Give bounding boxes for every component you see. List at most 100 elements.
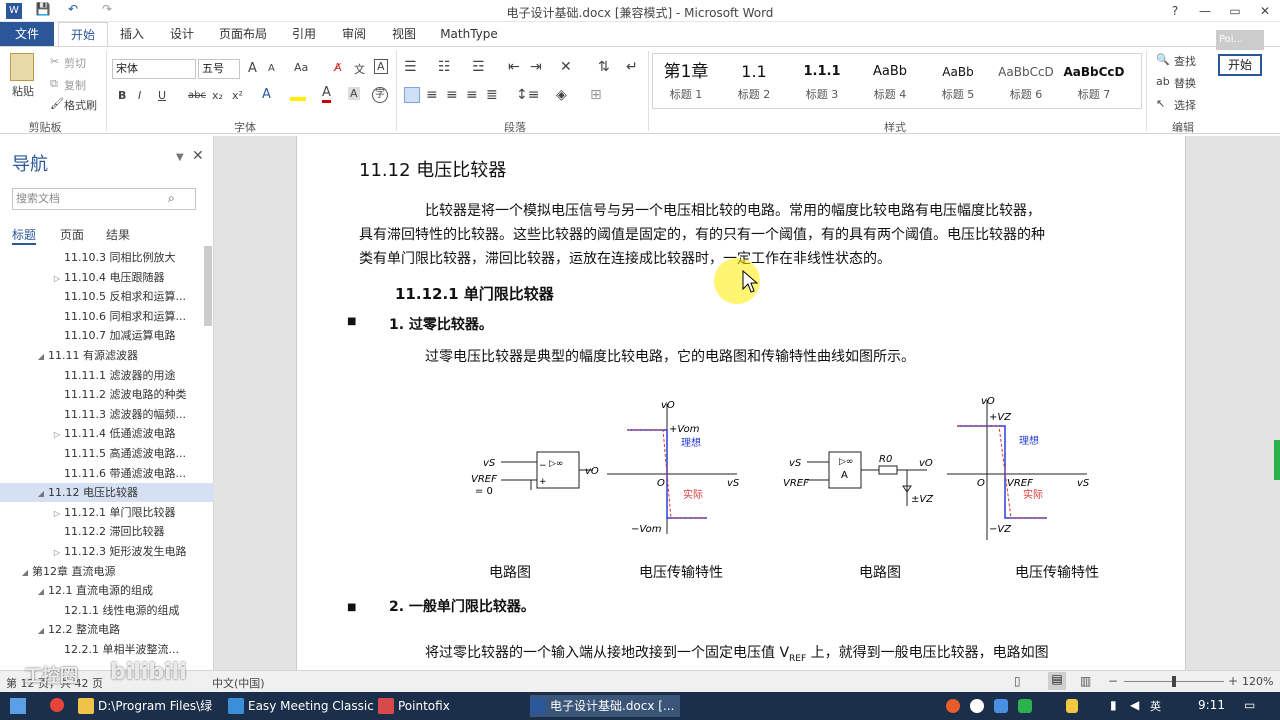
nav-tree-item[interactable]: 11.10.7 加减运算电路 [0,326,214,345]
decrease-indent-icon[interactable]: ⇤ [508,59,520,75]
style-item[interactable]: 1.1.1 标题 3 [789,58,855,108]
find-button[interactable]: 查找 [1174,53,1196,69]
tab-references[interactable]: 引用 [284,22,324,46]
start-icon[interactable] [10,698,26,714]
align-left-icon[interactable] [404,87,420,103]
highlight-icon[interactable] [290,87,306,101]
paste-button[interactable]: 粘贴 [12,83,34,99]
shield-icon[interactable] [1066,699,1078,713]
align-right-icon[interactable]: ≡ [446,87,458,103]
restore-button[interactable]: ▭ [1220,0,1250,22]
expand-toggle-icon[interactable]: ▷ [50,269,64,288]
style-item[interactable]: AaBb 标题 5 [925,58,991,108]
taskbar-item-word[interactable]: 电子设计基础.docx [... [530,695,680,717]
nav-tab-headings[interactable]: 标题 [12,226,37,245]
tray-icon[interactable] [1018,699,1032,713]
style-item[interactable]: 1.1 标题 2 [721,58,787,108]
clock[interactable]: 9:11 [1198,698,1225,712]
nav-tree-item[interactable]: 11.11.6 带通滤波电路... [0,464,214,483]
nav-tree-item[interactable]: 11.10.5 反相求和运算... [0,287,214,306]
style-item[interactable]: AaBb 标题 4 [857,58,923,108]
select-button[interactable]: 选择 [1174,97,1196,113]
tab-layout[interactable]: 页面布局 [212,22,274,46]
nav-tree-item[interactable]: 11.11.2 滤波电路的种类 [0,385,214,404]
underline-button[interactable]: U [158,89,166,102]
zoom-slider-thumb[interactable] [1172,676,1176,687]
phonetic-icon[interactable]: 文 [354,61,365,77]
show-marks-icon[interactable]: ↵ [626,59,638,75]
nav-tree-item[interactable]: ◢ 11.12 电压比较器 [0,483,214,503]
taskbar-item-pointofix[interactable]: Pointofix [378,695,518,717]
nav-tree-item[interactable]: ▷ 11.12.3 矩形波发生电路 [0,542,214,561]
grow-font-button[interactable]: A [248,61,257,76]
network-icon[interactable]: ▮ [1110,698,1117,712]
close-button[interactable]: ✕ [1250,0,1280,22]
tab-home[interactable]: 开始 [58,22,108,46]
increase-indent-icon[interactable]: ⇥ [530,59,542,75]
zoom-out-icon[interactable]: − [1108,674,1118,688]
strikethrough-button[interactable]: abc [188,90,206,101]
nav-tree-item[interactable]: ◢ 11.11 有源滤波器 [0,346,214,365]
nav-tree-item[interactable]: 11.11.5 高通滤波电路... [0,444,214,463]
nav-tree-item[interactable]: ▷ 11.11.4 低通滤波电路 [0,424,214,443]
nav-close-icon[interactable]: ✕ [192,148,204,164]
nav-tree-item[interactable]: 11.12.2 滞回比较器 [0,522,214,541]
chinese-layout-icon[interactable]: ✕ [560,59,572,75]
cut-button[interactable]: 剪切 [64,55,86,71]
justify-icon[interactable]: ≡ [466,87,478,103]
replace-button[interactable]: 替换 [1174,75,1196,91]
notification-icon[interactable]: ▭ [1244,698,1255,712]
nav-tree-item[interactable]: 12.2.1 单相半波整流... [0,640,214,659]
expand-toggle-icon[interactable]: ◢ [34,621,48,640]
format-painter-button[interactable]: 格式刷 [64,97,97,113]
line-spacing-icon[interactable]: ↕≡ [516,87,539,103]
nav-tree-item[interactable]: 11.10.3 同相比例放大 [0,248,214,267]
multilevel-list-icon[interactable]: ☲ [472,59,485,75]
shading-icon[interactable]: ◈ [556,87,567,103]
taskbar-item-explorer[interactable]: D:\Program Files\绿 [78,695,218,717]
nav-tree-item[interactable]: 11.11.3 滤波器的幅频... [0,405,214,424]
superscript-button[interactable]: x² [232,89,243,102]
expand-toggle-icon[interactable]: ▷ [50,425,64,444]
char-border-icon[interactable]: A [374,59,388,74]
search-icon[interactable]: ⌕ [168,191,175,206]
enclose-char-icon[interactable]: 字 [372,87,388,103]
tab-review[interactable]: 审阅 [334,22,374,46]
style-item[interactable]: AaBbCcD 标题 7 [1061,58,1127,108]
language-status[interactable]: 中文(中国) [212,675,265,691]
subscript-button[interactable]: x₂ [212,89,223,102]
char-shading-icon[interactable]: A [348,87,360,100]
font-size-select[interactable]: 五号 [198,59,240,79]
expand-toggle-icon[interactable]: ◢ [34,582,48,601]
copy-button[interactable]: 复制 [64,77,86,93]
tray-icon[interactable] [970,699,984,713]
tray-icon[interactable] [994,699,1008,713]
pointofix-start-button[interactable]: 开始 [1218,54,1262,76]
italic-button[interactable]: I [138,89,141,102]
distributed-icon[interactable]: ≣ [486,87,498,103]
minimize-button[interactable]: — [1190,0,1220,22]
taskbar-item-easymeeting[interactable]: Easy Meeting Classic [228,695,374,717]
style-item[interactable]: AaBbCcD 标题 6 [993,58,1059,108]
nav-tree-item[interactable]: 11.11.1 滤波器的用途 [0,366,214,385]
expand-toggle-icon[interactable]: ▷ [50,504,64,523]
text-effects-icon[interactable]: A [262,87,271,102]
shrink-font-button[interactable]: A [268,63,275,74]
tab-file[interactable]: 文件 [0,22,54,46]
numbering-icon[interactable]: ☷ [438,59,451,75]
nav-tree-item[interactable]: ◢ 12.1 直流电源的组成 [0,581,214,600]
web-layout-icon[interactable]: ▥ [1080,674,1091,688]
expand-toggle-icon[interactable]: ◢ [34,484,48,503]
change-case-button[interactable]: Aa [294,61,308,74]
volume-icon[interactable]: ◀ [1130,698,1139,712]
nav-tab-results[interactable]: 结果 [106,226,130,243]
align-center-icon[interactable]: ≡ [426,87,438,103]
expand-toggle-icon[interactable]: ▷ [50,543,64,562]
font-name-select[interactable]: 宋体 [112,59,196,79]
chrome-icon[interactable] [50,698,64,712]
nav-tab-pages[interactable]: 页面 [60,226,84,243]
expand-toggle-icon[interactable]: ◢ [34,347,48,366]
borders-icon[interactable]: ⊞ [590,87,602,103]
tab-insert[interactable]: 插入 [112,22,152,46]
zoom-in-icon[interactable]: + [1228,674,1238,688]
